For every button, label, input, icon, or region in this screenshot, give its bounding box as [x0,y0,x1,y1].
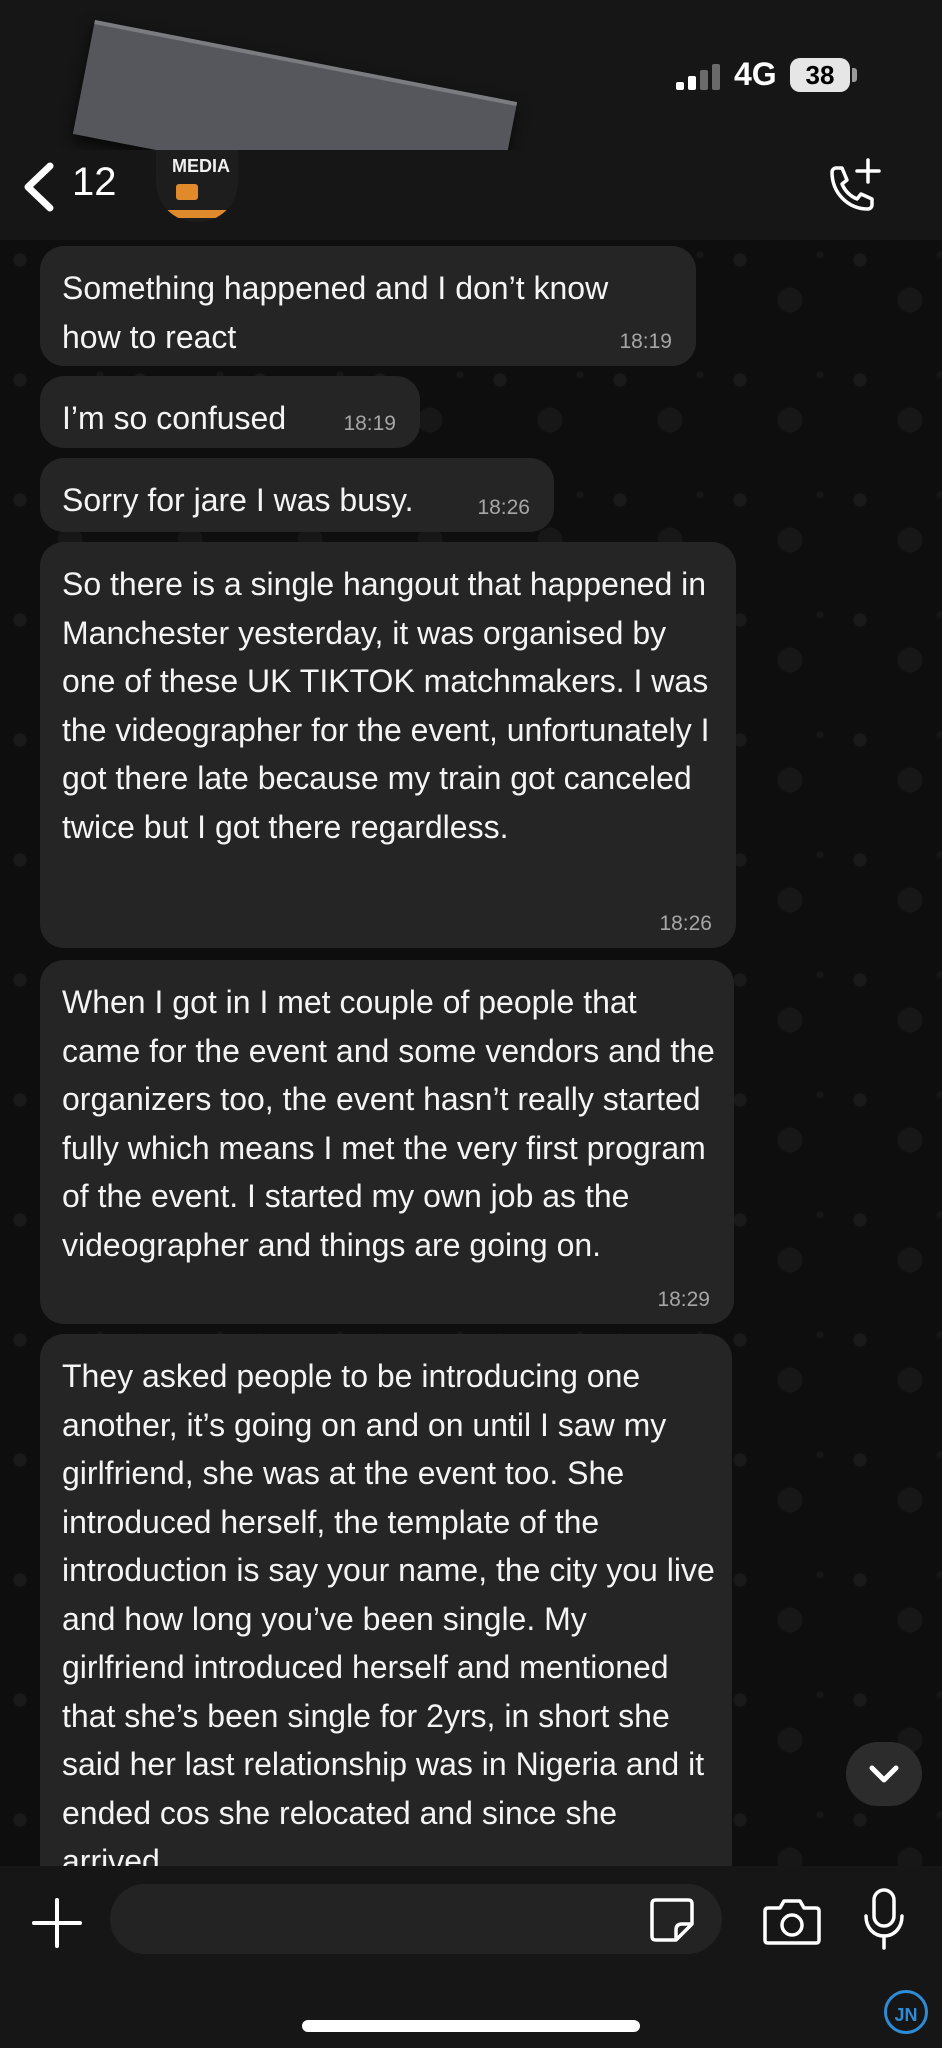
microphone-icon[interactable] [862,1888,906,1952]
message-bubble[interactable]: Something happened and I don’t know how … [40,246,696,366]
message-time: 18:26 [659,912,712,935]
chevron-down-icon [869,1765,899,1783]
battery-tip [852,68,857,82]
add-call-icon[interactable] [822,158,882,218]
message-text: Sorry for jare I was busy. [62,482,414,518]
home-indicator[interactable] [302,2020,640,2032]
message-time: 18:26 [477,496,530,519]
avatar-accent-bar [156,210,238,218]
message-input[interactable] [110,1884,722,1954]
message-bubble[interactable]: They asked people to be introducing one … [40,1334,732,1866]
plus-icon[interactable] [32,1898,82,1948]
signal-strength-icon [676,64,720,90]
message-bubble[interactable]: When I got in I met couple of people tha… [40,960,734,1324]
unread-count[interactable]: 12 [72,160,117,205]
status-bar: 4G 38 [0,0,942,216]
contact-avatar[interactable]: MEDIA [156,150,238,222]
back-chevron-icon[interactable] [18,160,58,214]
battery-indicator: 38 [790,58,850,92]
scroll-to-bottom-button[interactable] [846,1742,922,1806]
message-time: 18:19 [619,330,672,353]
network-type: 4G [734,56,777,92]
message-composer: JN [0,1866,942,2048]
message-text: Something happened and I don’t know how … [62,270,609,355]
message-bubble[interactable]: I’m so confused 18:19 [40,376,420,448]
message-text: So there is a single hangout that happen… [62,566,710,845]
chat-header: 12 MEDIA [0,150,942,240]
sticker-icon[interactable] [648,1896,696,1944]
camera-icon[interactable] [762,1896,822,1946]
message-text: They asked people to be introducing one … [62,1358,715,1866]
message-text: When I got in I met couple of people tha… [62,984,715,1263]
watermark-logo: JN [884,1990,928,2034]
message-bubble[interactable]: Sorry for jare I was busy. 18:26 [40,458,554,532]
message-list[interactable]: Something happened and I don’t know how … [0,240,942,1866]
avatar-camera-icon [176,184,198,200]
message-time: 18:29 [657,1288,710,1311]
message-time: 18:19 [343,412,396,435]
message-bubble[interactable]: So there is a single hangout that happen… [40,542,736,948]
avatar-label: MEDIA [172,156,230,176]
